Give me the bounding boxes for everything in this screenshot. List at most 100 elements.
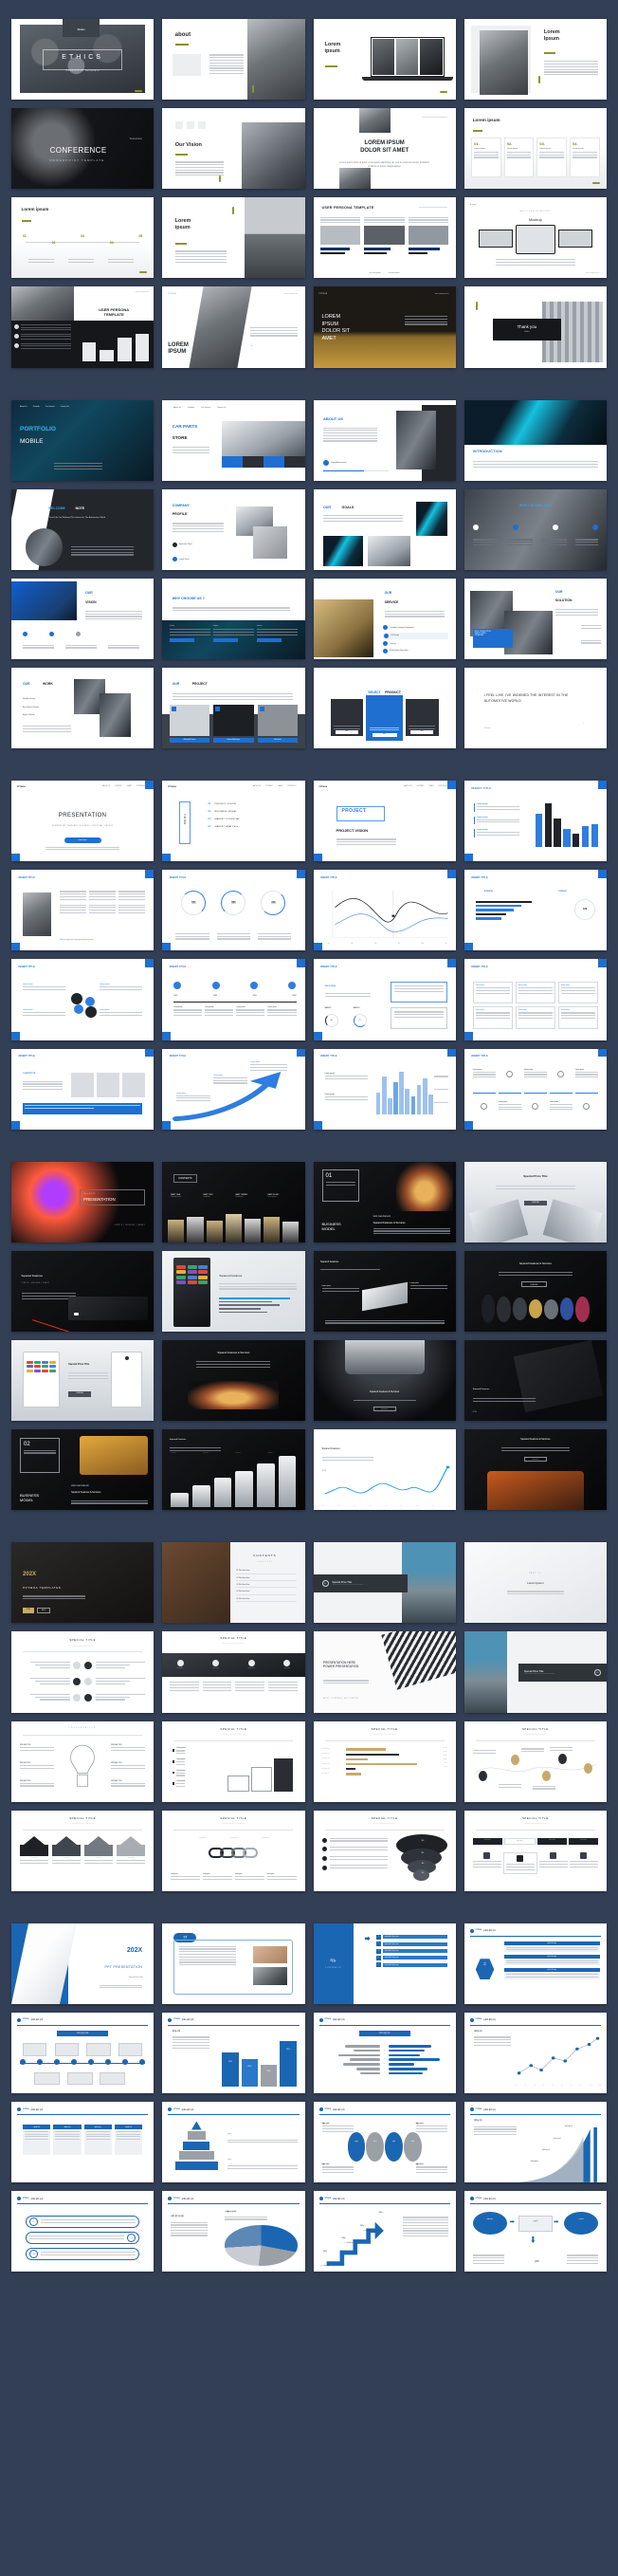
slide-thin-bars[interactable]: INSERT TITLE Lorem ipsum Lorem ipsum — [313, 1048, 456, 1130]
nav-item[interactable]: ABOUT US — [102, 786, 110, 787]
nav-item[interactable]: About Us — [173, 407, 181, 409]
product-card[interactable]: BUY — [405, 699, 439, 737]
top-nav[interactable]: About Us Portfolio Our Service Contact U… — [20, 406, 69, 408]
menu-item[interactable]: 02 BUSINESS MODEL — [208, 809, 296, 813]
chip[interactable] — [263, 456, 284, 469]
slide-quote[interactable]: “ I FEEL LIKE I'VE WIDENED THE INTEREST … — [464, 667, 607, 749]
slide-user-persona[interactable]: USER PERSONA TEMPLATE ● Lorem ipsum ● Lo… — [313, 197, 456, 279]
menu-item[interactable]: 01 PROJECT VISION — [208, 801, 296, 805]
nav-item[interactable]: PORTFOLIO — [439, 786, 447, 787]
menu-item[interactable]: 5 하위내용을 입력하는 자리 — [375, 1962, 447, 1968]
slide-year-cover[interactable]: 202X PPTMOA TEMPLATES MORE ABOUT — [11, 1542, 154, 1624]
slide-ko-analysis[interactable]: PPTMOA 콘텐츠 제목 입력 분석 항목 내용을 입력하세요 내용을 입력하… — [464, 1923, 607, 2004]
slide-podium-bars[interactable]: SPECIAL TITLE Performance space index li… — [162, 1720, 305, 1802]
persona-card[interactable] — [408, 216, 449, 255]
slide-phone-bottom[interactable]: Squared Features & Services DOWNLOAD — [313, 1339, 456, 1422]
nav-item[interactable]: CONTENT — [265, 786, 273, 787]
persona-card[interactable] — [320, 216, 361, 255]
nav-item[interactable]: CONTENT — [115, 786, 122, 787]
top-nav[interactable]: ABOUT US CONTENT CHART PORTFOLIO — [404, 786, 446, 787]
slide-why-choose-us[interactable]: WHY CHOOSE US ? — [464, 488, 607, 570]
slide-cone-percent[interactable]: SPECIAL TITLE Performance space index li… — [313, 1810, 456, 1891]
project-button[interactable]: New Brand — [257, 738, 299, 744]
info-box[interactable]: Distinctively — [557, 982, 598, 1004]
info-box[interactable]: Distinctively — [515, 982, 555, 1004]
slide-our-goals[interactable]: OUR GOALS — [313, 488, 456, 570]
slide-phone-back[interactable]: Squared Features MORE — [464, 1339, 607, 1422]
download-button[interactable]: DOWNLOAD — [373, 1406, 396, 1411]
slide-hbar-table[interactable]: SPECIAL TITLE Performance space index li… — [313, 1720, 456, 1802]
contents-item[interactable]: 04 Title Goes Here — [236, 1591, 297, 1595]
contents-item[interactable]: PART FOUR The target post — [267, 1194, 296, 1198]
ko-card[interactable]: 제목을 입력 — [114, 2124, 143, 2160]
arrow-card[interactable]: Lorem ipsum — [20, 1835, 49, 1866]
slide-ko-circles[interactable]: PPTMOA 콘텐츠 제목 입력 브랜딩 입지력 서비스 잠재력 매출과 서비스… — [313, 2102, 456, 2183]
slide-ko-pyramid[interactable]: PPTMOA 콘텐츠 제목 입력 콘텐츠 콘텐츠 콘텐츠 콘텐츠 콘텐츠 — [162, 2102, 305, 2183]
slide-our-project[interactable]: OUR PROJECT Automobile Project Exterior … — [162, 667, 305, 749]
tab[interactable]: Lorem ipsum — [568, 1837, 598, 1845]
download-button[interactable]: DOWNLOAD — [520, 1281, 547, 1288]
slide-car-parts-store[interactable]: About Us Portfolio Our Service Contact U… — [162, 399, 305, 481]
nav-item[interactable]: CONTENT — [416, 786, 424, 787]
slide-ko-steps3[interactable]: PPTMOA 콘텐츠 제목 입력 도입 전개 결론 — [11, 2191, 154, 2272]
chip[interactable] — [222, 456, 244, 469]
slide-lorem-dolor[interactable]: LOREM IPSUM DOLOR SIT AMET Lorem ipsum d… — [313, 108, 456, 190]
slide-ko-bars[interactable]: PPTMOA 콘텐츠 제목 입력 제목을 입력 52% 45% 39% 70% — [162, 2012, 305, 2094]
project-button[interactable]: Automobile Project — [169, 738, 210, 744]
slide-icons-dark-band[interactable]: SPECIAL TITLE Performance space index li… — [162, 1631, 305, 1713]
slide-squared-list[interactable]: Squared Features — [162, 1250, 305, 1332]
product-card[interactable]: BUY — [330, 699, 364, 737]
step-row[interactable]: 도입 — [26, 2215, 140, 2229]
service-item[interactable]: Complete Computer Diagnostics — [383, 625, 448, 631]
service-item[interactable]: Tune-up — [383, 641, 448, 647]
slide-device-mockup[interactable]: ◈ Logo MULTI DEVICE MOCKUP Mockup www.co… — [464, 197, 607, 279]
menu-item[interactable]: 03 MARKET POTENTIAL — [208, 817, 296, 820]
slide-our-vision[interactable]: Our Vision — [162, 108, 305, 190]
download-button[interactable]: DOWNLOAD — [68, 1391, 92, 1397]
slide-portrait-lorem[interactable]: Lorem Ipsum — [464, 19, 607, 101]
project-button[interactable]: Exterior Mod Engine — [213, 738, 254, 744]
slide-photo-3col[interactable]: INSERT TITLE This is a sample text. Inse… — [11, 870, 154, 951]
more-button[interactable] — [169, 637, 194, 642]
slide-laptop-mockup[interactable]: Lorem ipsum — [313, 19, 456, 101]
slide-special-price[interactable]: Special Price Title DOWNLOAD — [464, 1161, 607, 1242]
slide-presentation-here[interactable]: PRESENTATION HERE POWER PRESENTATION ABO… — [313, 1631, 456, 1713]
number-card[interactable]: 03. Lorem ipsum — [536, 137, 567, 178]
slide-white-linechart[interactable]: Squared Features MORE 2012 2013 2014 2015 20… — [313, 1429, 456, 1511]
nav-item[interactable]: ABOUT US — [253, 786, 261, 787]
slide-squared-cable[interactable]: Squared Features SIMPLE | MODERN | SMART — [11, 1250, 154, 1332]
work-item[interactable]: Best Service Partner — [23, 707, 39, 708]
slide-conference-cover[interactable]: Template CONFERENCE POWERPOINT TEMPLATE — [11, 108, 154, 190]
more-button[interactable] — [256, 637, 282, 642]
menu-item[interactable]: 3 하위내용을 입력하는 자리 — [375, 1948, 447, 1954]
top-nav[interactable]: About Us Portfolio Our Service Contact U… — [173, 407, 226, 409]
slide-lorem-diagonal[interactable]: PPTMOA www.company.com LOREM IPSUM 01 — [162, 286, 305, 368]
buy-button[interactable]: BUY — [336, 729, 358, 734]
contents-item[interactable]: PART ONE Summary of work — [171, 1194, 199, 1198]
slide-bar-compare[interactable]: INSERT TITLE BUSINESS COMPANY 129 — [464, 870, 607, 951]
contents-item[interactable]: 02 Title Goes Here — [236, 1577, 297, 1581]
product-card-featured[interactable]: BUY — [366, 694, 403, 741]
slide-timeline-years[interactable]: INSERT TITLE 20XX 20XX 20XX 20XX Lorem I… — [162, 959, 305, 1040]
service-item[interactable]: Oil Change — [383, 632, 449, 639]
slide-ko-flow[interactable]: PPTMOA 콘텐츠 제목 입력 매출서비스 운영전략 성장도약 운영도움 운영… — [464, 2191, 607, 2272]
number-card[interactable]: 04. Lorem ipsum — [569, 137, 600, 178]
slide-persona-chart[interactable]: USER PERSONA TEMPLATE www.company.com — [11, 286, 154, 368]
contents-item[interactable]: 01 Title Goes Here — [236, 1570, 297, 1574]
top-nav[interactable]: ABOUT US CONTENT CHART PORTFOLIO — [102, 786, 145, 787]
slide-chain-links[interactable]: SPECIAL TITLE Performance space index li… — [162, 1810, 305, 1891]
slide-tab-icons[interactable]: SPECIAL TITLE Performance space index li… — [464, 1810, 607, 1891]
slide-select-product[interactable]: SELECT PRODUCT BUY BUY BUY — [313, 667, 456, 749]
project-card[interactable] — [213, 705, 254, 736]
slide-ethics-cover[interactable]: Slides ETHICS Powerpoint Template — [11, 19, 154, 101]
about-button[interactable]: ABOUT — [36, 1608, 51, 1614]
choose-col[interactable]: Lorem — [256, 625, 298, 642]
info-box[interactable]: Distinctively — [515, 1006, 555, 1029]
slide-why-choose-us-2[interactable]: WHY CHOOSE US ? Lorem Lorem Lorem — [162, 578, 305, 659]
nav-item[interactable]: Contact Us — [61, 406, 69, 408]
slide-ko-pie[interactable]: PPTMOA 콘텐츠 제목 입력 콘텐츠 항목 주요 내용 유형별분석 기초자료 — [162, 2191, 305, 2272]
top-nav[interactable]: ABOUT US CONTENT CHART PORTFOLIO — [253, 786, 296, 787]
slide-ko-cover[interactable]: 202X PPT PRESENTATION Special Price Titl… — [11, 1923, 154, 2004]
slide-project-vision[interactable]: PPTMOA ABOUT US CONTENT CHART PORTFOLIO … — [313, 781, 456, 862]
contents-item[interactable]: PART THREE Performance — [235, 1194, 264, 1198]
